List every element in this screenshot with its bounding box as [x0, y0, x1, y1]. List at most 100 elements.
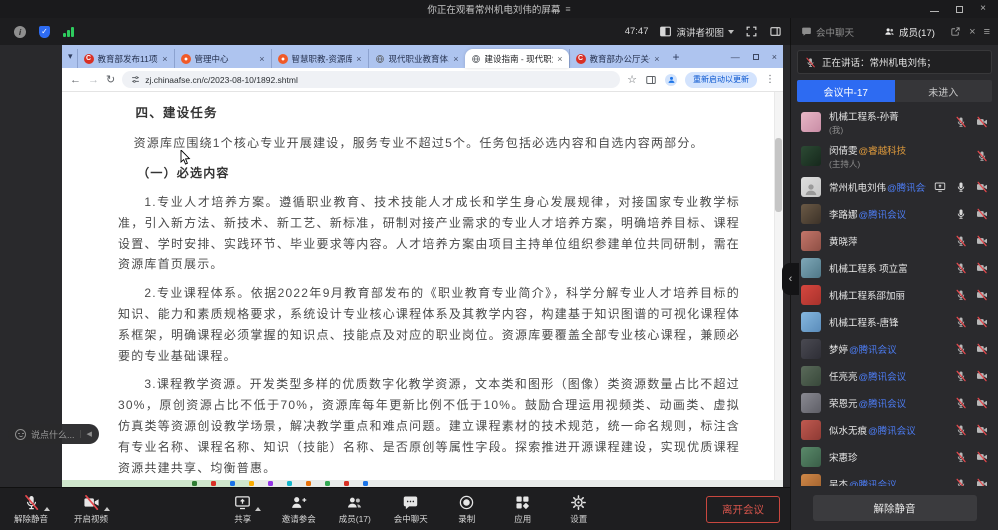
reload-button[interactable]: ↻: [106, 73, 115, 86]
new-tab-button[interactable]: +: [673, 50, 680, 64]
mic-off-button[interactable]: 解除静音: [14, 494, 48, 525]
chrome-update-button[interactable]: 重新启动以更新: [685, 72, 757, 88]
caret-up-icon[interactable]: [44, 507, 50, 511]
tab-close-icon[interactable]: ×: [557, 54, 562, 64]
browser-maximize-button[interactable]: [753, 54, 759, 60]
members-button[interactable]: 成员(17): [338, 494, 372, 525]
tab-not-joined[interactable]: 未进入: [895, 80, 993, 102]
browser-tab[interactable]: 现代职业教育体系改革...×: [368, 49, 465, 68]
popout-icon[interactable]: [950, 26, 961, 37]
camera-off-icon[interactable]: [976, 208, 988, 220]
browser-tab[interactable]: C教育部办公厅关于做好...×: [569, 49, 666, 68]
address-bar[interactable]: zj.chinaafse.cn/c/2023-08-10/1892.shtml: [122, 71, 620, 88]
tab-close-icon[interactable]: ×: [259, 54, 264, 64]
camera-off-icon[interactable]: [976, 451, 988, 463]
collapse-left-icon[interactable]: ◀: [80, 430, 92, 438]
member-row[interactable]: 黄晓萍: [791, 227, 998, 254]
browser-tab[interactable]: 建设指南 - 现代职业教...×: [465, 49, 569, 68]
member-row[interactable]: 机械工程系-孙菁(我): [791, 105, 998, 139]
member-row[interactable]: 似水无痕@腾讯会议: [791, 416, 998, 443]
invite-button[interactable]: 邀请参会: [282, 494, 316, 525]
forward-button[interactable]: →: [88, 74, 99, 86]
close-button[interactable]: ×: [980, 4, 986, 14]
mic-muted-icon[interactable]: [955, 424, 967, 436]
tab-search-icon[interactable]: ▾: [68, 51, 73, 62]
member-row[interactable]: 李路娜@腾讯会议: [791, 200, 998, 227]
camera-off-icon[interactable]: [976, 343, 988, 355]
mic-muted-icon[interactable]: [955, 262, 967, 274]
camera-off-icon[interactable]: [976, 235, 988, 247]
chat-button[interactable]: 会中聊天: [394, 494, 428, 525]
profile-avatar[interactable]: [665, 74, 677, 86]
settings-button[interactable]: 设置: [562, 494, 596, 525]
mic-muted-icon[interactable]: [955, 289, 967, 301]
mic-icon[interactable]: [955, 208, 967, 220]
cam-off-button[interactable]: 开启视频: [74, 494, 108, 525]
tab-close-icon[interactable]: ×: [453, 54, 458, 64]
camera-off-icon[interactable]: [976, 262, 988, 274]
camera-off-icon[interactable]: [976, 181, 988, 193]
tab-close-icon[interactable]: ×: [162, 54, 167, 64]
bookmark-star-icon[interactable]: ☆: [627, 73, 637, 86]
maximize-button[interactable]: [956, 6, 963, 13]
camera-off-icon[interactable]: [976, 116, 988, 128]
security-shield-icon[interactable]: ✓: [39, 26, 50, 38]
scrollbar-thumb[interactable]: [775, 138, 782, 212]
member-row[interactable]: 机械工程系 项立富: [791, 254, 998, 281]
caret-up-icon[interactable]: [104, 507, 110, 511]
camera-off-icon[interactable]: [976, 370, 988, 382]
emoji-icon[interactable]: [15, 429, 26, 440]
mic-muted-icon[interactable]: [955, 235, 967, 247]
member-row[interactable]: 机械工程系邵加丽: [791, 281, 998, 308]
member-row[interactable]: 梦婷@腾讯会议: [791, 335, 998, 362]
tab-in-meeting[interactable]: 会议中-17: [797, 80, 895, 102]
mic-muted-icon[interactable]: [955, 316, 967, 328]
mic-muted-icon[interactable]: [955, 370, 967, 382]
camera-off-icon[interactable]: [976, 316, 988, 328]
mic-icon[interactable]: [955, 181, 967, 193]
member-row[interactable]: 任亮亮@腾讯会议: [791, 362, 998, 389]
browser-minimize-button[interactable]: —: [731, 52, 740, 62]
mic-muted-icon[interactable]: [955, 451, 967, 463]
screen-share-icon[interactable]: [934, 181, 946, 193]
browser-tab[interactable]: 智慧职教-资源库×: [271, 49, 368, 68]
browser-tab[interactable]: C教育部发布11项现代职...×: [77, 49, 174, 68]
browser-close-button[interactable]: ×: [772, 52, 777, 62]
tab-close-icon[interactable]: ×: [356, 54, 361, 64]
view-mode-button[interactable]: 演讲者视图: [659, 25, 734, 39]
mic-muted-icon[interactable]: [976, 150, 988, 162]
sidebar-collapse-handle[interactable]: ‹: [782, 263, 799, 295]
fullscreen-button[interactable]: [745, 25, 758, 38]
mic-muted-icon[interactable]: [955, 343, 967, 355]
close-panel-icon[interactable]: ×: [969, 26, 975, 38]
mic-muted-icon[interactable]: [955, 478, 967, 487]
member-row[interactable]: 荣恩元@腾讯会议: [791, 389, 998, 416]
share-button[interactable]: 共享: [226, 494, 260, 525]
minimize-button[interactable]: [930, 11, 939, 12]
caret-up-icon[interactable]: [255, 507, 261, 511]
member-row[interactable]: 吴杰@腾讯会议: [791, 470, 998, 486]
member-row[interactable]: 宋惠珍: [791, 443, 998, 470]
member-row[interactable]: 机械工程系-唐锋: [791, 308, 998, 335]
tab-close-icon[interactable]: ×: [654, 54, 659, 64]
mic-muted-icon[interactable]: [955, 397, 967, 409]
mic-muted-icon[interactable]: [955, 116, 967, 128]
record-button[interactable]: 录制: [450, 494, 484, 525]
browser-tab[interactable]: 管理中心×: [174, 49, 271, 68]
leave-meeting-button[interactable]: 离开会议: [706, 496, 780, 523]
side-panel-button[interactable]: [769, 25, 782, 38]
camera-off-icon[interactable]: [976, 397, 988, 409]
member-row[interactable]: 闵倩雯@睿越科技(主持人): [791, 139, 998, 173]
title-menu-icon[interactable]: ≡: [565, 4, 570, 14]
apps-button[interactable]: 应用: [506, 494, 540, 525]
unmute-button[interactable]: 解除静音: [813, 495, 977, 521]
browser-menu-icon[interactable]: ⋮: [765, 74, 775, 85]
info-icon[interactable]: i: [14, 26, 26, 38]
tab-members[interactable]: 成员(17): [884, 25, 935, 39]
camera-off-icon[interactable]: [976, 424, 988, 436]
quick-chat-input[interactable]: 说点什么... ◀: [8, 424, 99, 444]
panel-menu-icon[interactable]: ≡: [984, 26, 990, 38]
back-button[interactable]: ←: [70, 74, 81, 86]
side-panel-icon[interactable]: [645, 74, 657, 86]
tab-chat[interactable]: 会中聊天: [801, 25, 854, 39]
